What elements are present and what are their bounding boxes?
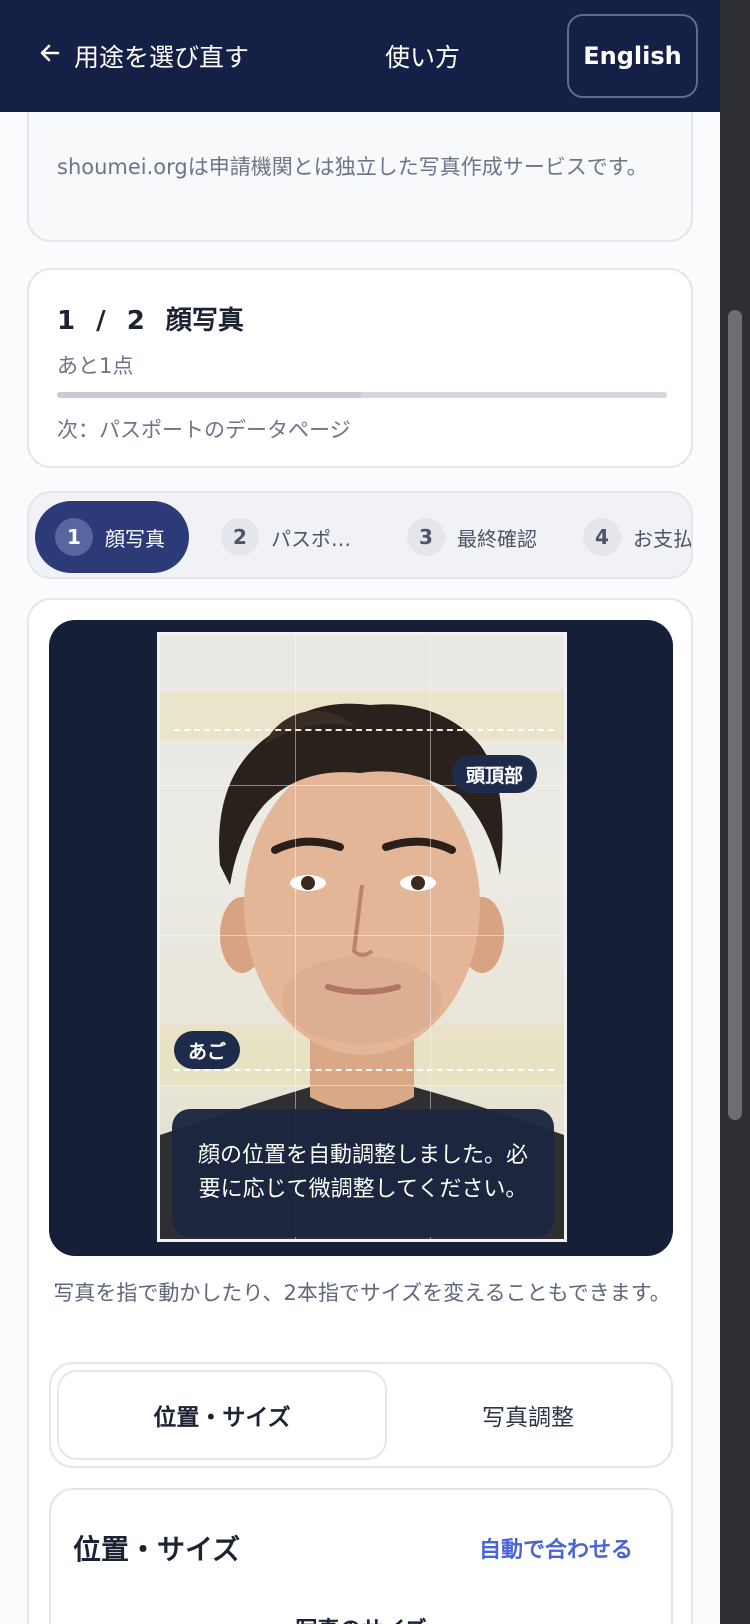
step-tab-3[interactable]: 3 最終確認	[387, 501, 537, 573]
panel-title: 位置・サイズ	[73, 1533, 241, 1566]
scrollbar-thumb[interactable]	[728, 310, 742, 1120]
app-page: 用途を選び直す 使い方 English shoumei.orgは申請機関とは独立…	[0, 0, 720, 1624]
how-to-link[interactable]: 使い方	[385, 38, 460, 74]
chin-tag: あご	[174, 1031, 241, 1069]
step-title: 1 / 2 顔写真	[57, 300, 244, 337]
arrow-left-icon	[38, 41, 62, 71]
progress-bar	[57, 392, 667, 398]
step-label: パスポ…	[271, 526, 351, 551]
notice-text: shoumei.orgは申請機関とは独立した写真作成サービスです。	[57, 155, 648, 179]
grid-line	[160, 1085, 564, 1086]
chin-guide-line	[174, 1069, 554, 1071]
progress-card: 1 / 2 顔写真 あと1点 次：パスポートのデータページ	[27, 268, 693, 468]
step-tab-1[interactable]: 1 顔写真	[35, 501, 189, 573]
photo-crop-area[interactable]: 頭頂部 あご 顔の位置を自動調整しました。必要に応じて微調整してください。	[157, 632, 567, 1242]
step-number: 3	[407, 518, 445, 556]
photo-size-label: 写真のサイズ	[51, 1612, 671, 1624]
auto-fit-button[interactable]: 自動で合わせる	[479, 1532, 633, 1564]
step-label: お支払	[633, 526, 693, 551]
step-tab-4[interactable]: 4 お支払	[563, 501, 693, 573]
step-label: 最終確認	[457, 526, 537, 551]
step-number: 2	[221, 518, 259, 556]
photo-stage: 頭頂部 あご 顔の位置を自動調整しました。必要に応じて微調整してください。	[49, 620, 673, 1256]
progress-fill	[57, 392, 362, 398]
step-label: 顔写真	[105, 526, 165, 551]
position-size-panel: 位置・サイズ 自動で合わせる 写真のサイズ	[49, 1488, 673, 1624]
language-button[interactable]: English	[567, 14, 698, 98]
step-number: 1	[55, 518, 93, 556]
step-name: 顔写真	[165, 306, 244, 336]
gesture-hint: 写真を指で動かしたり、2本指でサイズを変えることもできます。	[53, 1281, 671, 1305]
tab-position-size[interactable]: 位置・サイズ	[57, 1370, 387, 1460]
crown-tag: 頭頂部	[452, 755, 538, 793]
remaining-count: あと1点	[57, 354, 134, 378]
next-step-label: 次：パスポートのデータページ	[57, 418, 351, 442]
photo-editor-card: 頭頂部 あご 顔の位置を自動調整しました。必要に応じて微調整してください。 写真…	[27, 598, 693, 1624]
back-button[interactable]: 用途を選び直す	[38, 36, 249, 76]
auto-adjust-toast: 顔の位置を自動調整しました。必要に応じて微調整してください。	[172, 1109, 554, 1237]
crown-guide-line	[174, 729, 554, 731]
back-button-label: 用途を選び直す	[74, 43, 250, 72]
step-navigator: 1 顔写真 2 パスポ… 3 最終確認 4 お支払	[27, 491, 693, 579]
scrollbar[interactable]	[720, 0, 750, 1624]
step-counter: 1 / 2	[57, 306, 145, 336]
top-header: 用途を選び直す 使い方 English	[0, 0, 720, 112]
grid-line	[160, 935, 564, 936]
tab-photo-adjust[interactable]: 写真調整	[387, 1370, 669, 1460]
adjust-mode-tabs: 位置・サイズ 写真調整	[49, 1362, 673, 1468]
step-tab-2[interactable]: 2 パスポ…	[201, 501, 351, 573]
step-number: 4	[583, 518, 621, 556]
